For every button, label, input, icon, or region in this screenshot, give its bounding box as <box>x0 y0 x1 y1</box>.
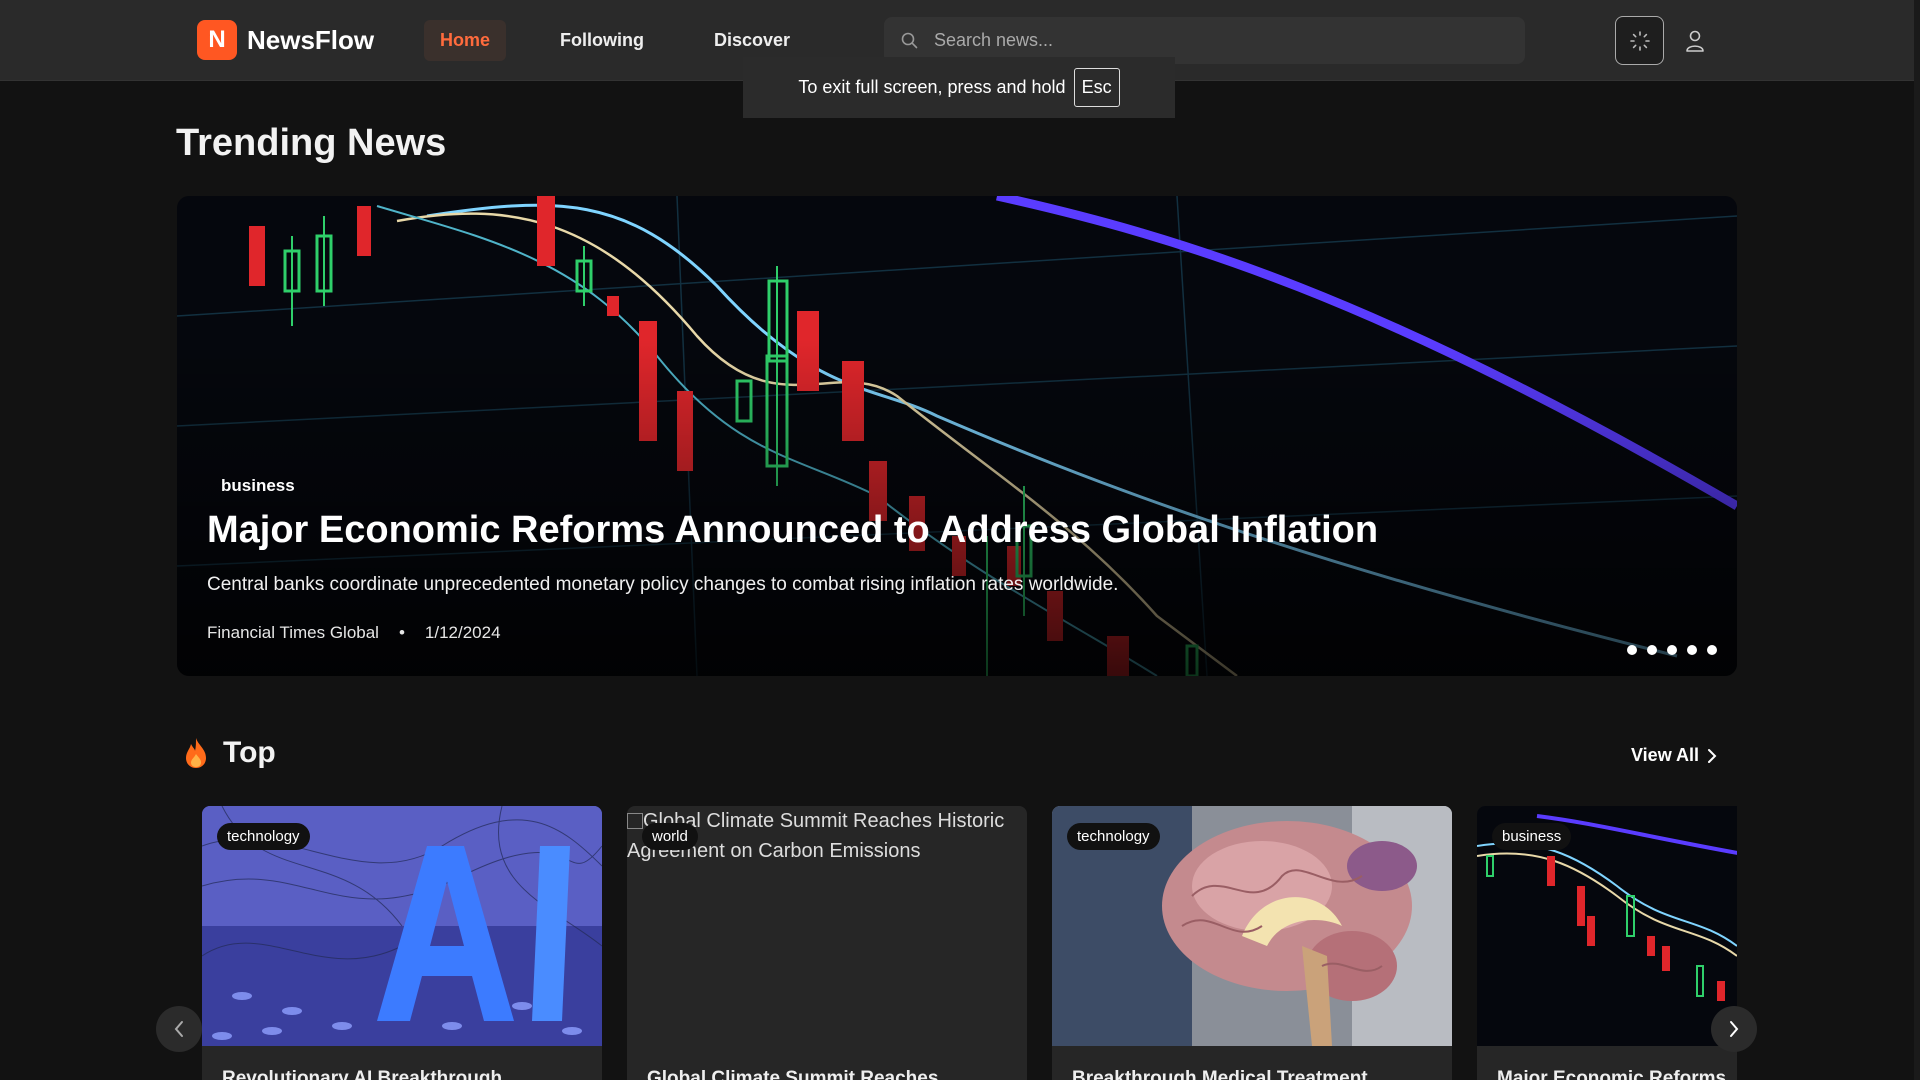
user-icon <box>1686 30 1704 52</box>
view-all-link[interactable]: View All <box>1631 745 1717 766</box>
fullscreen-notice-text: To exit full screen, press and hold <box>798 77 1066 97</box>
news-card[interactable]: technology Revolutionary AI Breakthrough <box>202 806 602 1080</box>
hero-meta: Financial Times Global • 1/12/2024 <box>207 623 501 643</box>
hero-dot-5[interactable] <box>1707 645 1717 655</box>
main-nav: Home Following Discover <box>424 20 844 61</box>
card-category-tag: technology <box>1067 823 1160 850</box>
nav-discover[interactable]: Discover <box>698 20 806 61</box>
carousel-next-button[interactable] <box>1711 1006 1757 1052</box>
carousel-prev-button[interactable] <box>156 1006 202 1052</box>
logo-text: NewsFlow <box>247 24 375 55</box>
card-title[interactable]: Revolutionary AI Breakthrough <box>222 1068 502 1080</box>
hero-description: Central banks coordinate unprecedented m… <box>207 574 1119 595</box>
chevron-right-icon <box>1730 1021 1739 1037</box>
view-all-label: View All <box>1631 745 1700 765</box>
search-input[interactable] <box>934 30 1494 51</box>
nav-home[interactable]: Home <box>424 20 507 61</box>
card-category-tag: technology <box>217 823 310 850</box>
hero-dot-1[interactable] <box>1627 645 1637 655</box>
hero-dot-3[interactable] <box>1667 645 1677 655</box>
card-category-tag: world <box>642 823 698 850</box>
nav-following[interactable]: Following <box>544 20 660 61</box>
logo-badge: N <box>197 20 237 60</box>
theme-toggle-button[interactable] <box>1615 16 1664 65</box>
hero-date: 1/12/2024 <box>424 623 501 642</box>
hero-carousel[interactable]: business Major Economic Reforms Announce… <box>177 196 1737 676</box>
top-news-carousel: technology Revolutionary AI Breakthrough… <box>202 806 1737 1080</box>
hero-overlay <box>177 196 1737 676</box>
chevron-right-icon <box>1708 748 1717 763</box>
hero-pagination <box>1627 645 1727 655</box>
fullscreen-notice: To exit full screen, press and hold Esc <box>743 57 1175 118</box>
chevron-left-icon <box>174 1021 183 1037</box>
news-card[interactable]: technology Breakthrough Medical Treatmen… <box>1052 806 1452 1080</box>
user-profile-button[interactable] <box>1678 24 1712 58</box>
card-title[interactable]: Global Climate Summit Reaches <box>647 1068 938 1080</box>
card-title[interactable]: Major Economic Reforms <box>1497 1068 1726 1080</box>
card-title[interactable]: Breakthrough Medical Treatment <box>1072 1068 1368 1080</box>
top-section-header: Top <box>183 736 276 770</box>
hero-title[interactable]: Major Economic Reforms Announced to Addr… <box>207 509 1378 552</box>
hero-source: Financial Times Global <box>207 623 379 642</box>
meta-separator: • <box>398 623 405 642</box>
hero-category-tag: business <box>221 476 295 495</box>
esc-key: Esc <box>1073 68 1120 107</box>
broken-image-icon <box>627 813 643 829</box>
hero-dot-4[interactable] <box>1687 645 1697 655</box>
search-icon <box>901 32 918 48</box>
sun-icon <box>1629 30 1650 51</box>
card-category-tag: business <box>1492 823 1572 850</box>
news-card[interactable]: business Major Economic Reforms <box>1477 806 1737 1080</box>
page-title: Trending News <box>176 122 447 164</box>
logo[interactable]: N NewsFlow <box>197 20 374 60</box>
hero-dot-2[interactable] <box>1647 645 1657 655</box>
news-card[interactable]: Global Climate Summit Reaches Historic A… <box>627 806 1027 1080</box>
section-title: Top <box>223 736 276 769</box>
page-scrollbar[interactable] <box>1914 0 1920 1080</box>
flame-icon <box>186 738 206 768</box>
